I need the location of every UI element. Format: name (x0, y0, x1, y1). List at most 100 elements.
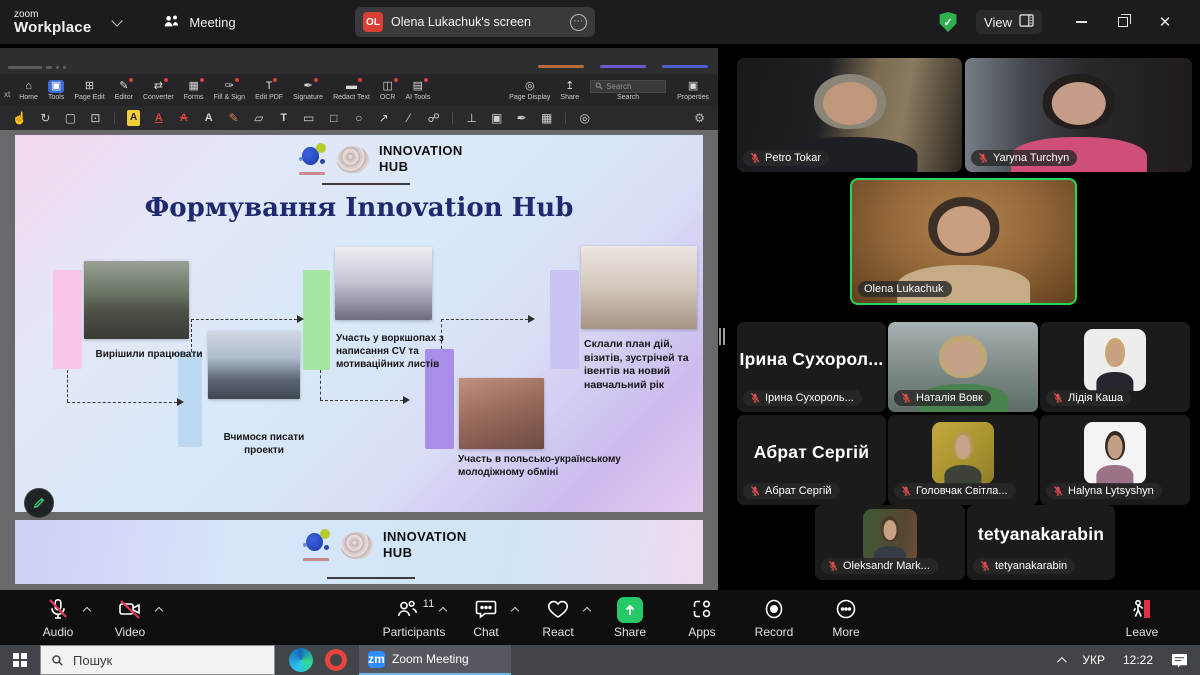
ribbon-tab-fill-sign[interactable]: ✑ Fill & Sign (209, 74, 251, 106)
participant-tile-olena-lukachuk-active[interactable]: Olena Lukachuk (850, 178, 1077, 305)
zoom-meeting-window: zoom Workplace Meeting OL Olena Lukachuk… (0, 0, 1200, 675)
pdf-document-area[interactable]: INNOVATIONHUB Формування Innovation Hub (0, 130, 718, 590)
pdf-search[interactable]: Search Search (584, 80, 672, 101)
tool-sign[interactable]: ✒ (515, 110, 528, 126)
ribbon-tab-page-edit[interactable]: ⊞ Page Edit (69, 74, 109, 106)
tool-line[interactable]: ∕ (402, 110, 415, 126)
toolbar-more-button[interactable]: More (810, 594, 882, 642)
ribbon-tab-ai-tools[interactable]: ▤ AI Tools (400, 74, 435, 106)
tool-select-annotation[interactable]: ↻ (39, 110, 52, 126)
ribbon-tab-signature[interactable]: ✒ Signature (288, 74, 328, 106)
participant-tile-tetyanakarabin[interactable]: tetyanakarabintetyanakarabin (967, 505, 1115, 580)
taskbar-zoom-meeting-button[interactable]: zm Zoom Meeting (359, 645, 511, 675)
slide1-logos: INNOVATIONHUB (299, 143, 463, 177)
muted-mic-icon (979, 560, 991, 572)
edge-browser-icon[interactable] (289, 648, 313, 672)
chevron-up-icon[interactable] (83, 606, 91, 614)
tool-hand[interactable]: ☝ (12, 110, 27, 126)
zoom-task-label: Zoom Meeting (392, 652, 469, 666)
view-label: View (984, 15, 1012, 30)
panel-resize-handle[interactable] (719, 328, 725, 345)
toolbar-button-label: Chat (473, 625, 498, 639)
tab-meeting[interactable]: Meeting (163, 13, 235, 32)
participant-tile-nataliia-vovk[interactable]: Наталія Вовк (888, 322, 1038, 412)
toolbar-react-button[interactable]: React (522, 594, 594, 642)
chevron-up-icon[interactable] (583, 606, 591, 614)
toolbar-participants-button[interactable]: 11 Participants (378, 594, 450, 642)
chevron-up-icon[interactable] (511, 606, 519, 614)
tray-expand-icon[interactable] (1057, 656, 1067, 666)
view-button[interactable]: View (976, 10, 1042, 34)
toolbar-apps-button[interactable]: Apps (666, 594, 738, 642)
ribbon-tab-properties[interactable]: ▣ Properties (672, 74, 714, 106)
page-edit-icon: ⊞ (85, 80, 94, 93)
ribbon-tab-forms[interactable]: ▦ Forms (179, 74, 209, 106)
participant-tile-oleksandr-mark[interactable]: Oleksandr Mark... (815, 505, 965, 580)
flow-arrowhead (528, 315, 539, 323)
minimize-button[interactable] (1060, 6, 1102, 38)
ribbon-tab-share[interactable]: ↥ Share (555, 74, 584, 106)
tool-view-mode[interactable]: ◎ (578, 110, 591, 126)
participant-tile-yaryna-turchyn[interactable]: Yaryna Turchyn (965, 58, 1192, 172)
ribbon-tab-editor[interactable]: ✎ Editor (110, 74, 138, 106)
start-button[interactable] (0, 645, 40, 675)
tool-arrow[interactable]: ↗ (377, 110, 390, 126)
ribbon-tab-home[interactable]: ⌂ Home (14, 74, 43, 106)
chevron-up-icon[interactable] (439, 606, 447, 614)
apps-icon (690, 597, 714, 624)
tool-marquee-select[interactable]: ▢ (64, 110, 77, 126)
logo-underline (327, 577, 415, 579)
leave-button[interactable]: Leave (1106, 594, 1178, 642)
tool-rectangle[interactable]: □ (327, 110, 340, 126)
workspace-chevron-down-icon[interactable] (112, 15, 123, 26)
ribbon-tab-converter[interactable]: ⇄ Converter (138, 74, 179, 106)
tool-image[interactable]: ▣ (490, 110, 503, 126)
profile-avatar (932, 422, 994, 484)
tab-shared-screen[interactable]: OL Olena Lukachuk's screen ⋯ (355, 7, 595, 37)
notification-center-icon[interactable] (1171, 653, 1188, 668)
shared-screen-options-icon[interactable]: ⋯ (570, 14, 587, 31)
restore-button[interactable] (1102, 6, 1144, 38)
clock[interactable]: 12:22 (1123, 653, 1153, 667)
tool-underline[interactable]: A (152, 110, 165, 126)
ribbon-tab-page-display[interactable]: ◎ Page Display (504, 74, 555, 106)
tool-typewriter[interactable]: A (202, 110, 215, 126)
participant-tile-halyna-lytsyshyn[interactable]: Halyna Lytsyshyn (1040, 415, 1190, 505)
toolbar-audio-button[interactable]: Audio (22, 594, 94, 642)
ribbon-tab-tools[interactable]: ▣ Tools (43, 74, 69, 106)
participant-tile-lidiia-kasha[interactable]: Лідія Каша (1040, 322, 1190, 412)
participant-tile-petro-tokar[interactable]: Petro Tokar (737, 58, 962, 172)
security-shield-icon[interactable]: ✓ (938, 12, 958, 32)
toolbar-record-button[interactable]: Record (738, 594, 810, 642)
participant-tile-holovchak-svitlana[interactable]: Головчак Світла... (888, 415, 1038, 505)
opera-browser-icon[interactable] (325, 649, 347, 671)
participant-tile-iryna-sukhorolska[interactable]: Ірина Сухорол...Ірина Сухороль... (737, 322, 886, 412)
participants-icon (394, 597, 420, 624)
ribbon-tab-ocr[interactable]: ◫ OCR (375, 74, 401, 106)
tool-strikeout[interactable]: A (177, 110, 190, 126)
tool-eraser[interactable]: ▱ (252, 110, 265, 126)
tool-oval[interactable]: ○ (352, 110, 365, 126)
tool-stamp[interactable]: ⊥ (465, 110, 478, 126)
participant-tile-abrat-serhii[interactable]: Абрат СергійАбрат Сергій (737, 415, 886, 505)
toolbar-chat-button[interactable]: Chat (450, 594, 522, 642)
taskbar-search-box[interactable]: Пошук (40, 645, 275, 675)
tool-settings-gear-icon[interactable]: ⚙ (693, 110, 706, 126)
tool-add-text[interactable]: T (277, 110, 290, 126)
close-button[interactable]: ✕ (1144, 6, 1186, 38)
ribbon-tab-edit-pdf[interactable]: T Edit PDF (250, 74, 288, 106)
annotate-pencil-button[interactable] (24, 488, 54, 518)
profile-avatar (1084, 422, 1146, 484)
tool-snapshot[interactable]: ⊡ (89, 110, 102, 126)
tool-link[interactable]: ☍ (427, 110, 440, 126)
chevron-up-icon[interactable] (155, 606, 163, 614)
ribbon-tab-redact-text[interactable]: ▬ Redact Text (328, 74, 375, 106)
tool-note-comment[interactable]: ▭ (302, 110, 315, 126)
tool-highlight[interactable]: A (127, 110, 140, 126)
tool-table[interactable]: ▦ (540, 110, 553, 126)
toolbar-share-button[interactable]: Share (594, 594, 666, 642)
tool-pencil[interactable]: ✎ (227, 110, 240, 126)
language-indicator[interactable]: УКР (1082, 653, 1105, 667)
toolbar-video-button[interactable]: Video (94, 594, 166, 642)
toolbar-divider (114, 112, 115, 124)
